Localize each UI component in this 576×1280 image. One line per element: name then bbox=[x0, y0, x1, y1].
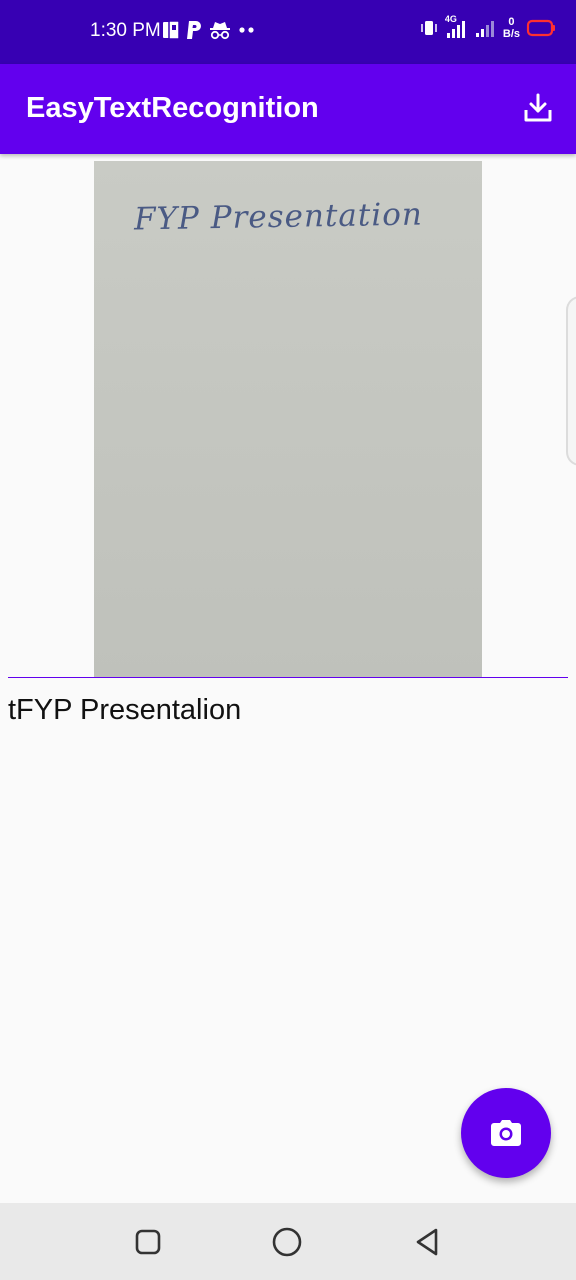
download-icon bbox=[524, 93, 552, 122]
captured-image: FYP Presentation bbox=[94, 161, 482, 678]
camera-fab-button[interactable] bbox=[461, 1088, 551, 1178]
battery-icon bbox=[526, 19, 555, 37]
net-speed-value: 0 bbox=[508, 16, 515, 28]
download-button[interactable] bbox=[520, 90, 556, 126]
status-notification-icons bbox=[162, 20, 256, 40]
circle-icon bbox=[272, 1227, 302, 1257]
status-time: 1:30 PM bbox=[90, 20, 161, 41]
navigation-bar bbox=[0, 1203, 576, 1280]
more-notifications-icon bbox=[239, 27, 254, 33]
app-title: EasyTextRecognition bbox=[26, 92, 319, 124]
signal-4g-icon: 4G bbox=[445, 14, 469, 39]
app-bar: EasyTextRecognition bbox=[0, 64, 576, 154]
back-button[interactable] bbox=[410, 1225, 444, 1259]
net-speed-unit: B/s bbox=[502, 28, 520, 40]
paypal-icon bbox=[187, 21, 201, 39]
recents-button[interactable] bbox=[131, 1225, 165, 1259]
net-speed-indicator: 0 B/s bbox=[503, 16, 520, 40]
incognito-icon bbox=[210, 22, 230, 40]
pdf-app-icon bbox=[163, 20, 180, 40]
camera-icon bbox=[491, 1120, 521, 1146]
home-button[interactable] bbox=[270, 1225, 304, 1259]
status-system-icons: 4G 0 B/s bbox=[419, 14, 556, 40]
handwritten-text: FYP Presentation bbox=[133, 196, 424, 238]
triangle-back-icon bbox=[416, 1228, 438, 1256]
divider bbox=[8, 677, 568, 678]
recognized-text: tFYP Presentalion bbox=[8, 694, 242, 726]
status-bar: 1:30 PM 4G 0 B/s bbox=[0, 0, 576, 64]
vibrate-icon bbox=[421, 21, 437, 35]
signal-icon bbox=[475, 21, 494, 37]
square-icon bbox=[135, 1229, 161, 1255]
edge-panel-handle[interactable] bbox=[566, 296, 576, 466]
